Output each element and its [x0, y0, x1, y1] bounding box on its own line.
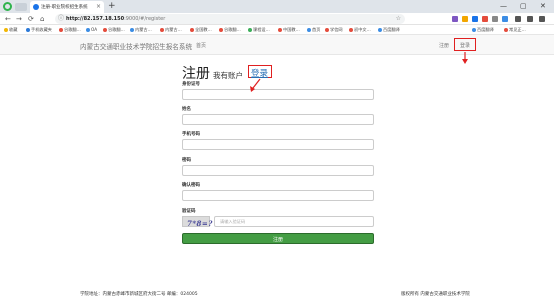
menu-icon[interactable]	[527, 16, 533, 22]
bookmarks-bar: 收藏 手机收藏夹 谷歌翻… OA 谷歌翻… 内蒙古… 内蒙古… 全国教… 谷歌翻…	[0, 25, 554, 35]
bookmark-item[interactable]: 内蒙古…	[130, 27, 152, 33]
phone-label: 手机号码	[182, 132, 200, 137]
nav-register-link[interactable]: 注册	[439, 42, 449, 49]
minimize-button[interactable]: —	[500, 1, 507, 12]
bookmark-item[interactable]: 常见正…	[504, 27, 526, 33]
nav-login-label: 登录	[460, 43, 471, 49]
bookmark-icon	[219, 27, 223, 32]
bookmark-item[interactable]: 百度翻译	[472, 27, 494, 33]
tab-favicon-icon	[33, 4, 39, 10]
extension-icon[interactable]	[452, 16, 458, 22]
bookmark-icon	[160, 27, 164, 32]
bookmark-icon	[378, 27, 382, 32]
new-tab-button[interactable]: +	[108, 1, 116, 12]
bookmark-item[interactable]: OA	[86, 27, 97, 32]
bookmark-icon	[472, 27, 476, 32]
bookmark-icon	[504, 27, 508, 32]
star-icon[interactable]: ☆	[396, 15, 401, 23]
downloads-icon[interactable]	[515, 16, 521, 22]
extension-icon[interactable]	[472, 16, 478, 22]
settings-icon[interactable]	[539, 16, 545, 22]
bookmark-item[interactable]: 谷歌翻…	[59, 27, 81, 33]
bookmark-icon	[130, 27, 134, 32]
bookmark-item[interactable]: 手机收藏夹	[26, 27, 52, 33]
home-icon[interactable]: ⌂	[40, 14, 44, 24]
page-title: 注册	[182, 66, 210, 82]
bookmark-icon	[26, 27, 30, 32]
register-submit-button[interactable]: 注册	[182, 233, 374, 244]
info-icon: ⓘ	[58, 15, 65, 22]
back-icon[interactable]: ←	[5, 14, 11, 24]
bookmark-item[interactable]: 中国教…	[278, 27, 300, 33]
extension-icon[interactable]	[482, 16, 488, 22]
bookmark-item[interactable]: 内蒙古…	[160, 27, 182, 33]
captcha-label: 验证码	[182, 209, 196, 214]
password-label: 密码	[182, 158, 191, 163]
register-submit-label: 注册	[272, 237, 283, 243]
phone-input[interactable]	[182, 139, 374, 150]
bookmark-icon	[59, 27, 63, 32]
bookmark-item[interactable]: 百度翻译	[378, 27, 400, 33]
url-input[interactable]: ⓘ http://82.157.18.150:9000/#/register ☆	[55, 14, 405, 24]
captcha-image[interactable]: 7*8=?	[182, 216, 213, 228]
id-number-label: 身份证号	[182, 82, 200, 87]
captcha-code: 7*8=?	[187, 219, 213, 228]
id-number-input[interactable]	[182, 89, 374, 100]
nav-home-link[interactable]: 首页	[196, 42, 206, 49]
footer-copyright: 版权所有 内蒙古交通职业技术学院	[401, 292, 470, 297]
confirm-password-input[interactable]	[182, 190, 374, 201]
extension-icon[interactable]	[462, 16, 468, 22]
close-window-button[interactable]: ✕	[540, 1, 546, 12]
address-bar-row: ← → ⟳ ⌂ ⓘ http://82.157.18.150:9000/#/re…	[0, 13, 554, 25]
bookmark-item[interactable]: 谷歌翻…	[103, 27, 125, 33]
url-text: http://82.157.18.150:9000/#/register	[66, 16, 166, 22]
browser-tab-bar: 注册-职业院校招生系统 × + — ▢ ✕	[0, 0, 554, 13]
bookmark-icon	[307, 27, 311, 32]
bookmark-icon	[248, 27, 252, 32]
have-account-text: 我有账户	[213, 71, 243, 80]
browser-tab-active[interactable]: 注册-职业院校招生系统 ×	[30, 1, 104, 13]
nav-login-link[interactable]: 登录	[454, 38, 476, 51]
bookmark-icon	[349, 27, 353, 32]
site-navbar: 内蒙古交通职业技术学院招生报名系统 首页 注册 登录	[0, 35, 554, 55]
tab-title: 注册-职业院校招生系统	[41, 5, 88, 10]
reload-icon[interactable]: ⟳	[28, 14, 34, 24]
login-link-highlight[interactable]: 登录	[248, 65, 272, 79]
name-input[interactable]	[182, 114, 374, 125]
bookmark-item[interactable]: 课程设…	[248, 27, 270, 33]
tab-close-icon[interactable]: ×	[96, 3, 101, 10]
maximize-button[interactable]: ▢	[520, 1, 527, 12]
browser-logo-icon	[3, 2, 12, 11]
bookmark-icon	[325, 27, 329, 32]
bookmark-icon	[278, 27, 282, 32]
forward-icon[interactable]: →	[16, 14, 22, 24]
login-link[interactable]: 登录	[251, 67, 268, 79]
bookmark-icon	[190, 27, 194, 32]
bookmark-item[interactable]: 收藏	[4, 27, 17, 33]
bookmark-item[interactable]: 首页	[307, 27, 320, 33]
bookmark-icon	[103, 27, 107, 32]
bookmark-item[interactable]: 谷歌翻…	[219, 27, 241, 33]
password-input[interactable]	[182, 165, 374, 176]
pinned-tab[interactable]	[15, 3, 27, 11]
bookmark-item[interactable]: 初中文…	[349, 27, 371, 33]
site-brand[interactable]: 内蒙古交通职业技术学院招生报名系统	[80, 41, 192, 51]
bookmark-item[interactable]: 全国教…	[190, 27, 212, 33]
extension-icon[interactable]	[492, 16, 498, 22]
name-label: 姓名	[182, 107, 191, 112]
bookmark-icon	[86, 27, 90, 32]
bookmark-icon	[4, 27, 8, 32]
bookmark-item[interactable]: 学信网	[325, 27, 343, 33]
extension-icon[interactable]	[502, 16, 508, 22]
captcha-input[interactable]	[214, 216, 374, 227]
form-heading: 注册 我有账户 登录	[182, 63, 272, 83]
confirm-password-label: 确认密码	[182, 183, 200, 188]
footer-address: 学院地址：内蒙古赤峰市新城区府大街二号 邮编：024005	[80, 292, 198, 297]
